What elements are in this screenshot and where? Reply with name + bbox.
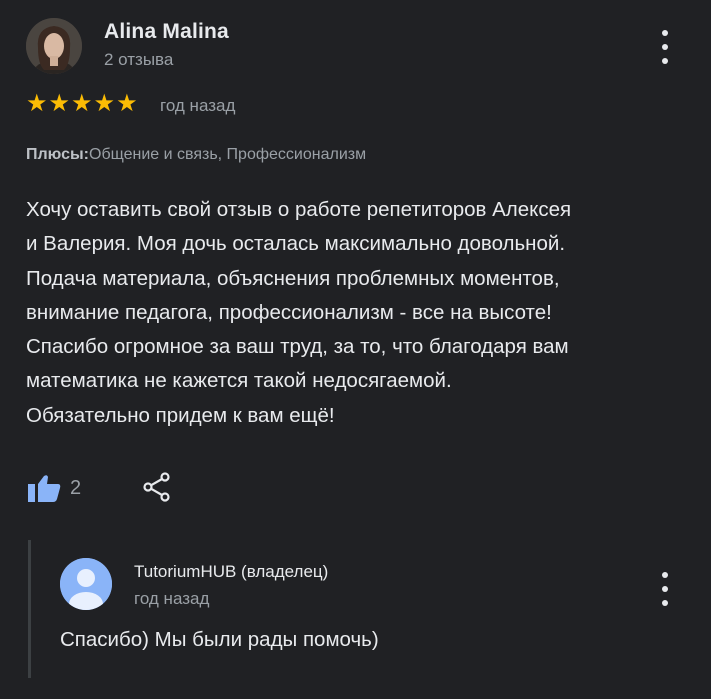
- review-date: год назад: [160, 96, 236, 115]
- likes-count: 2: [70, 477, 82, 499]
- reply-text: Спасибо) Мы были рады помочь): [60, 628, 379, 651]
- avatar-photo: [26, 18, 82, 74]
- reply-menu-icon[interactable]: [660, 572, 670, 606]
- person-icon: [60, 558, 112, 610]
- review-text: Хочу оставить свой отзыв о работе репети…: [26, 198, 572, 427]
- reply-divider: [28, 540, 31, 678]
- thumbs-up-icon[interactable]: [28, 474, 62, 502]
- rating-stars: ★ ★ ★ ★ ★: [26, 92, 138, 116]
- pros-label: Плюсы:: [26, 146, 90, 163]
- star-icon: ★: [48, 90, 71, 117]
- reply-date: год назад: [134, 589, 210, 608]
- review-menu-icon[interactable]: [660, 30, 670, 64]
- owner-name: TutoriumHUB (владелец): [134, 562, 329, 581]
- author-name[interactable]: Alina Malina: [104, 20, 229, 44]
- star-icon: ★: [93, 90, 116, 117]
- star-icon: ★: [71, 90, 93, 117]
- author-avatar[interactable]: [26, 18, 82, 74]
- review-pros: Плюсы:Общение и связь, Профессионализм: [26, 146, 366, 164]
- star-icon: ★: [116, 90, 138, 117]
- share-icon[interactable]: [142, 472, 172, 502]
- pros-value: Общение и связь, Профессионализм: [89, 146, 367, 163]
- owner-avatar[interactable]: [60, 558, 112, 610]
- author-reviews-count: 2 отзыва: [104, 50, 174, 69]
- star-icon: ★: [26, 90, 48, 117]
